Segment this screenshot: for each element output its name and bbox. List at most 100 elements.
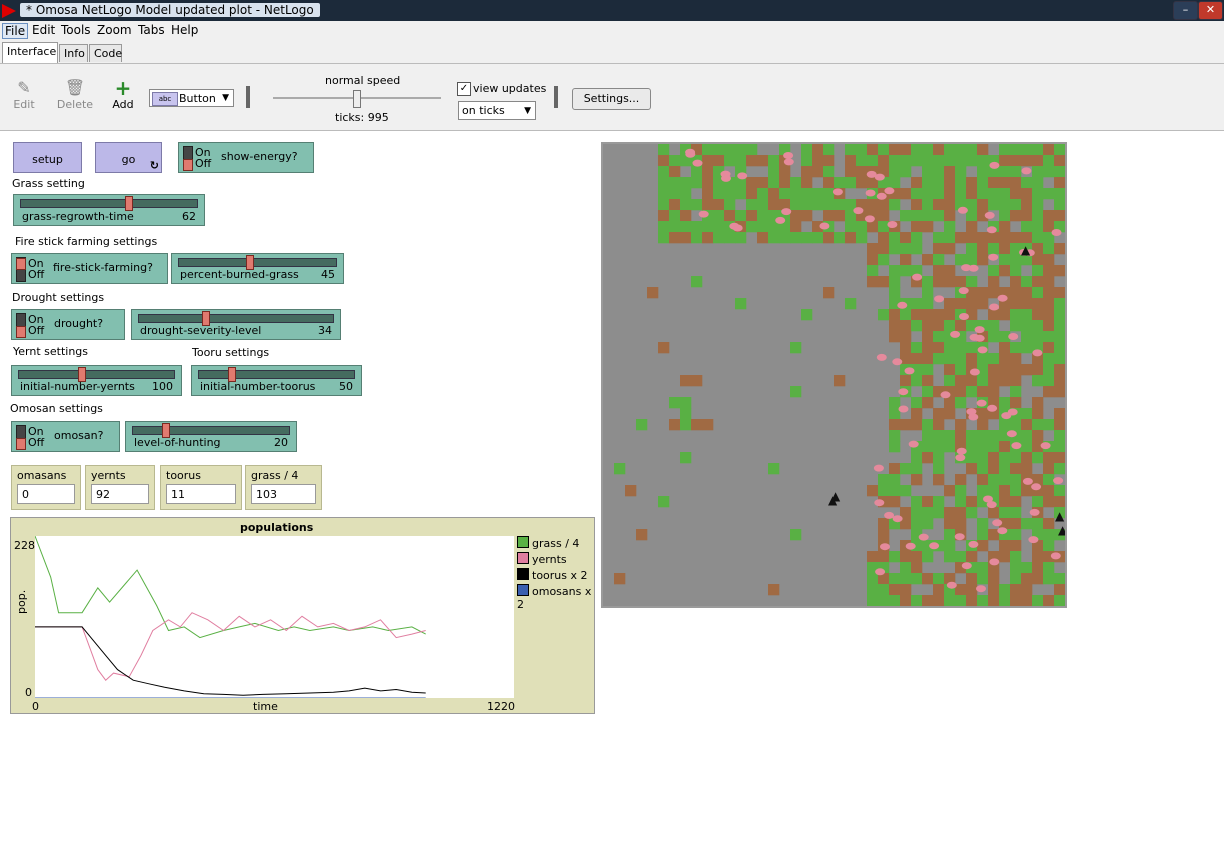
world-patch [669,397,681,409]
tab-info[interactable]: Info [59,44,88,62]
world-patch [812,166,824,178]
grass-regrowth-time-slider[interactable]: grass-regrowth-time 62 [13,194,205,226]
title-bar: * Omosa NetLogo Model updated plot - Net… [0,0,1224,21]
yernt-agent [698,210,709,218]
menu-file[interactable]: File [2,23,29,39]
initial-number-toorus-slider[interactable]: initial-number-toorus 50 [191,365,362,396]
world-patch [1032,276,1044,288]
delete-button[interactable]: 🗑 Delete [56,78,94,111]
world-patch [966,375,978,387]
world-patch [1054,331,1065,343]
omosan-switch[interactable]: On Off omosan? [11,421,120,452]
world-patch [1054,573,1065,585]
edit-button[interactable]: ✎ Edit [6,78,42,111]
world-patch [922,342,934,354]
world-patch [834,210,846,222]
minimize-button[interactable]: – [1173,1,1198,20]
world-patch [922,441,934,453]
world-patch [1021,485,1033,497]
world-patch [790,221,802,233]
world-patch [768,188,780,200]
menu-zoom[interactable]: Zoom [95,23,134,37]
world-patch [977,452,989,464]
yernt-agent [989,303,1000,311]
world-patch [889,573,901,585]
world-patch [625,485,637,497]
fire-stick-farming-switch[interactable]: On Off fire-stick-farming? [11,253,168,284]
close-button[interactable]: ✕ [1198,1,1223,20]
add-button[interactable]: + Add [105,78,141,111]
slider-value: 100 [152,380,173,393]
slider-label: drought-severity-level [140,324,262,337]
percent-burned-grass-slider[interactable]: percent-burned-grass 45 [171,253,344,284]
slider-value: 50 [339,380,353,393]
world-patch [999,342,1011,354]
world-patch [1032,166,1044,178]
drought-switch[interactable]: On Off drought? [11,309,125,340]
tab-code[interactable]: Code [89,44,122,62]
trash-icon: 🗑 [64,78,86,97]
world-patch [944,199,956,211]
world-patch [1054,496,1065,508]
world-patch [669,419,681,431]
toolbar-separator [554,86,558,108]
world-patch [911,320,923,332]
world-patch [823,287,835,299]
world-patch [900,243,912,255]
menu-edit[interactable]: Edit [30,23,57,37]
world-view[interactable]: ▲ ▲ ▲ ▲ ▲ [601,142,1067,608]
yernt-agent [783,158,794,166]
menu-tools[interactable]: Tools [59,23,93,37]
menu-tabs[interactable]: Tabs [136,23,167,37]
initial-number-yernts-slider[interactable]: initial-number-yernts 100 [11,365,182,396]
world-patch [944,177,956,189]
world-patch [933,507,945,519]
world-patch [900,232,912,244]
world-patch [878,474,890,486]
world-patch [1010,419,1022,431]
world-patch [922,375,934,387]
world-patch [988,573,1000,585]
world-patch [724,144,736,156]
world-patch [988,375,1000,387]
widget-type-select[interactable]: abc Button ▼ [149,89,234,107]
world-patch [680,419,692,431]
slider-label: level-of-hunting [134,436,221,449]
world-patch [680,397,692,409]
world-patch [724,199,736,211]
slider-knob[interactable] [125,196,134,211]
world-patch [1021,287,1033,299]
world-patch [944,364,956,376]
settings-button[interactable]: Settings... [572,88,651,110]
world-patch [966,430,978,442]
level-of-hunting-slider[interactable]: level-of-hunting 20 [125,421,297,452]
show-energy-switch[interactable]: On Off show-energy? [178,142,314,173]
world-patch [1021,430,1033,442]
speed-slider-handle[interactable] [353,90,361,108]
update-mode-select[interactable]: on ticks ▼ [458,101,536,120]
menu-help[interactable]: Help [169,23,200,37]
world-patch [977,441,989,453]
world-patch [922,353,934,365]
view-updates-checkbox[interactable]: ✓ [457,82,471,96]
world-patch [658,342,670,354]
world-patch [801,232,813,244]
yernt-agent [959,313,969,320]
world-patch [999,144,1011,156]
world-patch [977,232,989,244]
drought-severity-level-slider[interactable]: drought-severity-level 34 [131,309,341,340]
edit-label: Edit [13,98,35,111]
world-patch [1054,485,1065,497]
world-patch [977,562,989,574]
world-patch [1010,177,1022,189]
world-patch [922,364,934,376]
go-button[interactable]: go ↻ [95,142,162,173]
world-patch [944,210,956,222]
setup-button[interactable]: setup [13,142,82,173]
world-patch [955,419,967,431]
yernt-agent [865,189,876,197]
world-patch [867,144,879,156]
world-patch [933,144,945,156]
tab-interface[interactable]: Interface [2,42,58,63]
world-patch [1010,320,1022,332]
